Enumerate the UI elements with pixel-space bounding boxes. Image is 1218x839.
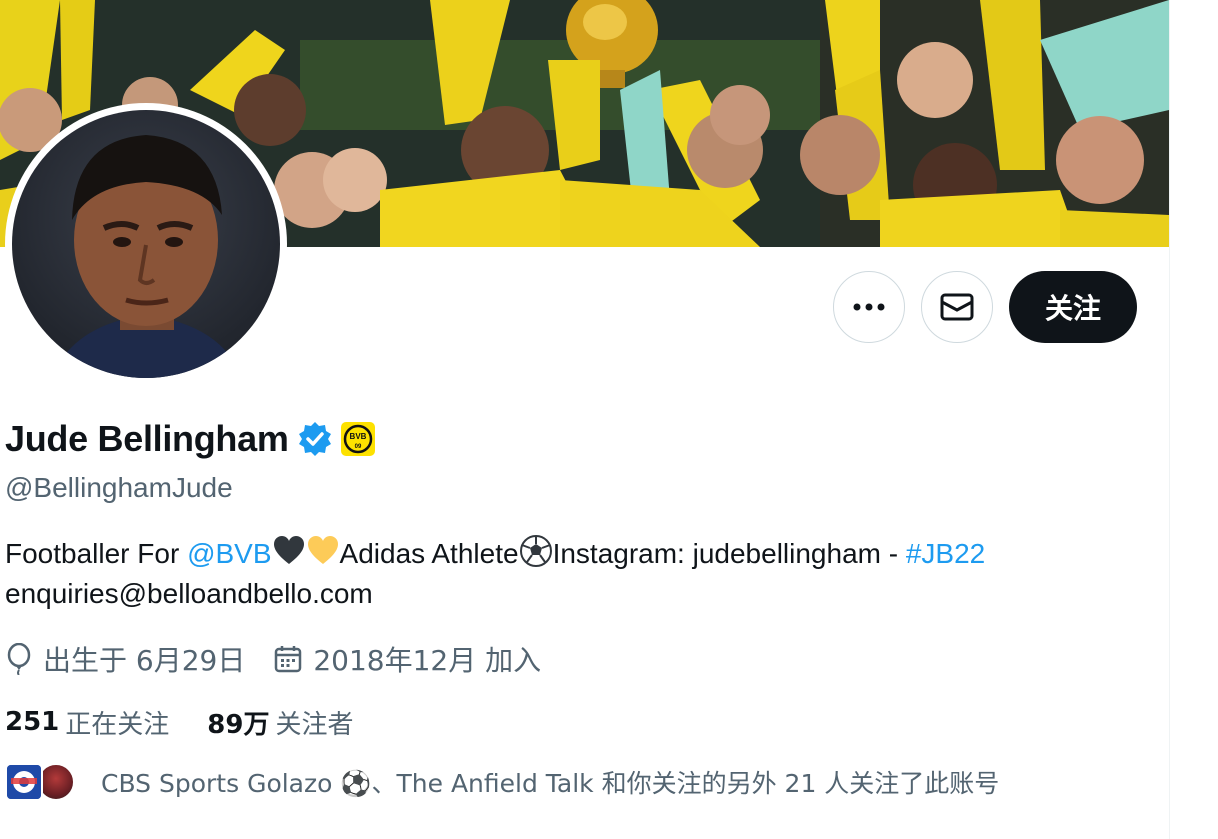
bvb-badge-icon[interactable]: BVB 09 <box>340 422 375 456</box>
more-button[interactable] <box>833 271 905 343</box>
followers-label: 关注者 <box>275 709 354 740</box>
following-count: 251 <box>5 707 60 737</box>
black-heart-icon <box>273 536 304 564</box>
bio-email: enquiries@belloandbello.com <box>5 578 373 609</box>
bio-text: Footballer For <box>5 538 188 569</box>
joined-text: 2018年12月 加入 <box>313 644 542 677</box>
envelope-icon <box>940 293 974 321</box>
birthday-item: 出生于 6月29日 <box>5 639 245 679</box>
bio-hashtag-link[interactable]: #JB22 <box>906 538 985 569</box>
balloon-icon <box>7 643 31 675</box>
birthday-text: 出生于 6月29日 <box>43 644 246 677</box>
mutual-avatars <box>5 763 77 801</box>
display-name: Jude Bellingham <box>5 418 289 459</box>
followed-by-text: CBS Sports Golazo ⚽️、The Anfield Talk 和你… <box>101 769 1000 798</box>
calendar-icon <box>275 646 302 673</box>
avatar-photo <box>12 110 280 378</box>
following-link[interactable]: 251 正在关注 <box>5 704 169 741</box>
profile-avatar[interactable] <box>5 103 287 385</box>
message-button[interactable] <box>921 271 993 343</box>
soccer-ball-icon <box>519 535 552 567</box>
followers-you-know[interactable]: CBS Sports Golazo ⚽️、The Anfield Talk 和你… <box>5 762 999 802</box>
bvb-crest: BVB 09 <box>343 424 372 454</box>
profile-meta: 出生于 6月29日 2018年12月 加入 <box>5 638 569 680</box>
follow-stats: 251 正在关注 89万 关注者 <box>5 702 392 742</box>
followers-link[interactable]: 89万 关注者 <box>207 704 353 741</box>
yellow-heart-icon <box>307 536 338 564</box>
joined-item: 2018年12月 加入 <box>273 639 541 679</box>
verified-badge-icon[interactable] <box>297 421 333 457</box>
column-divider <box>1169 0 1170 839</box>
profile-bio: Footballer For @BVB Adidas Athlete Instagr… <box>5 534 1135 614</box>
svg-text:09: 09 <box>354 444 361 450</box>
bio-text-adidas: Adidas Athlete <box>339 538 519 569</box>
follow-button[interactable]: 关注 <box>1009 271 1137 343</box>
svg-text:BVB: BVB <box>349 432 366 441</box>
bio-mention-link[interactable]: @BVB <box>187 538 271 569</box>
following-label: 正在关注 <box>65 709 170 740</box>
name-row: Jude Bellingham BVB 09 <box>5 416 375 462</box>
mutual-avatar-golazo <box>5 763 43 801</box>
bio-text-instagram: Instagram: judebellingham - <box>552 538 906 569</box>
more-icon <box>853 303 885 311</box>
followers-count: 89万 <box>207 709 270 740</box>
user-handle: @BellinghamJude <box>5 472 233 503</box>
profile-page: 关注 Jude Bellingham BVB 09 @BellinghamJud… <box>0 0 1169 839</box>
